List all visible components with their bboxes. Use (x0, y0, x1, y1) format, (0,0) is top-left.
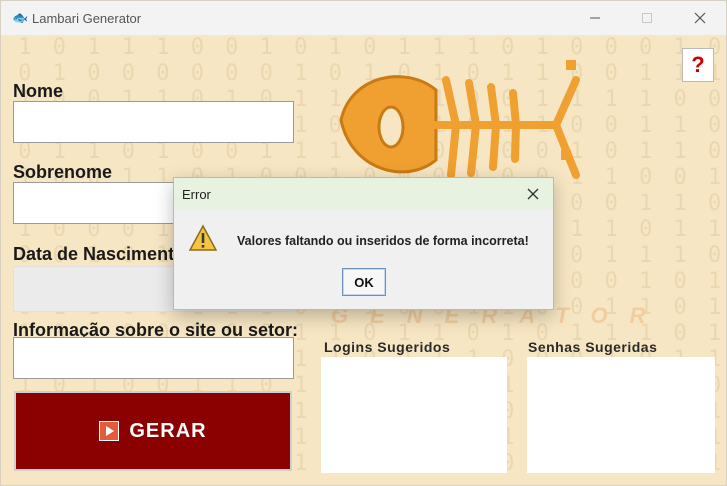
data-nascimento-label: Data de Nascimento (13, 244, 186, 264)
close-icon (527, 188, 539, 200)
senhas-list[interactable] (527, 357, 715, 473)
dialog-close-button[interactable] (521, 182, 545, 206)
help-button[interactable]: ? (682, 48, 714, 82)
ok-button[interactable]: OK (342, 268, 386, 296)
sobrenome-label: Sobrenome (13, 162, 113, 182)
gerar-label: GERAR (129, 419, 207, 442)
app-window: 🐟 Lambari Generator 1 0 1 1 1 0 0 1 0 1 … (0, 0, 727, 486)
dialog-title: Error (182, 186, 211, 202)
warning-icon (188, 224, 218, 251)
minimize-button[interactable] (572, 1, 618, 35)
window-title: Lambari Generator (32, 10, 142, 26)
error-dialog: Error Valores faltando ou inseridos de f… (173, 177, 554, 310)
gerar-button[interactable]: GERAR (14, 391, 292, 471)
ok-label: OK (354, 274, 374, 290)
maximize-icon (642, 13, 652, 23)
maximize-button[interactable] (624, 1, 670, 35)
close-icon (694, 12, 706, 24)
dialog-title-bar[interactable]: Error (174, 178, 553, 210)
title-bar[interactable]: 🐟 Lambari Generator (1, 1, 726, 35)
info-site-field[interactable] (13, 337, 294, 379)
nome-field[interactable] (13, 101, 294, 143)
logins-list[interactable] (321, 357, 507, 473)
dialog-message: Valores faltando ou inseridos de forma i… (237, 234, 529, 248)
fish-app-icon: 🐟 (12, 10, 29, 25)
logins-title: Logins Sugeridos (324, 339, 451, 355)
close-button[interactable] (677, 1, 723, 35)
help-label: ? (691, 52, 705, 77)
minimize-icon (590, 17, 600, 19)
nome-label: Nome (13, 81, 64, 101)
play-icon (99, 421, 120, 441)
senhas-title: Senhas Sugeridas (528, 339, 658, 355)
